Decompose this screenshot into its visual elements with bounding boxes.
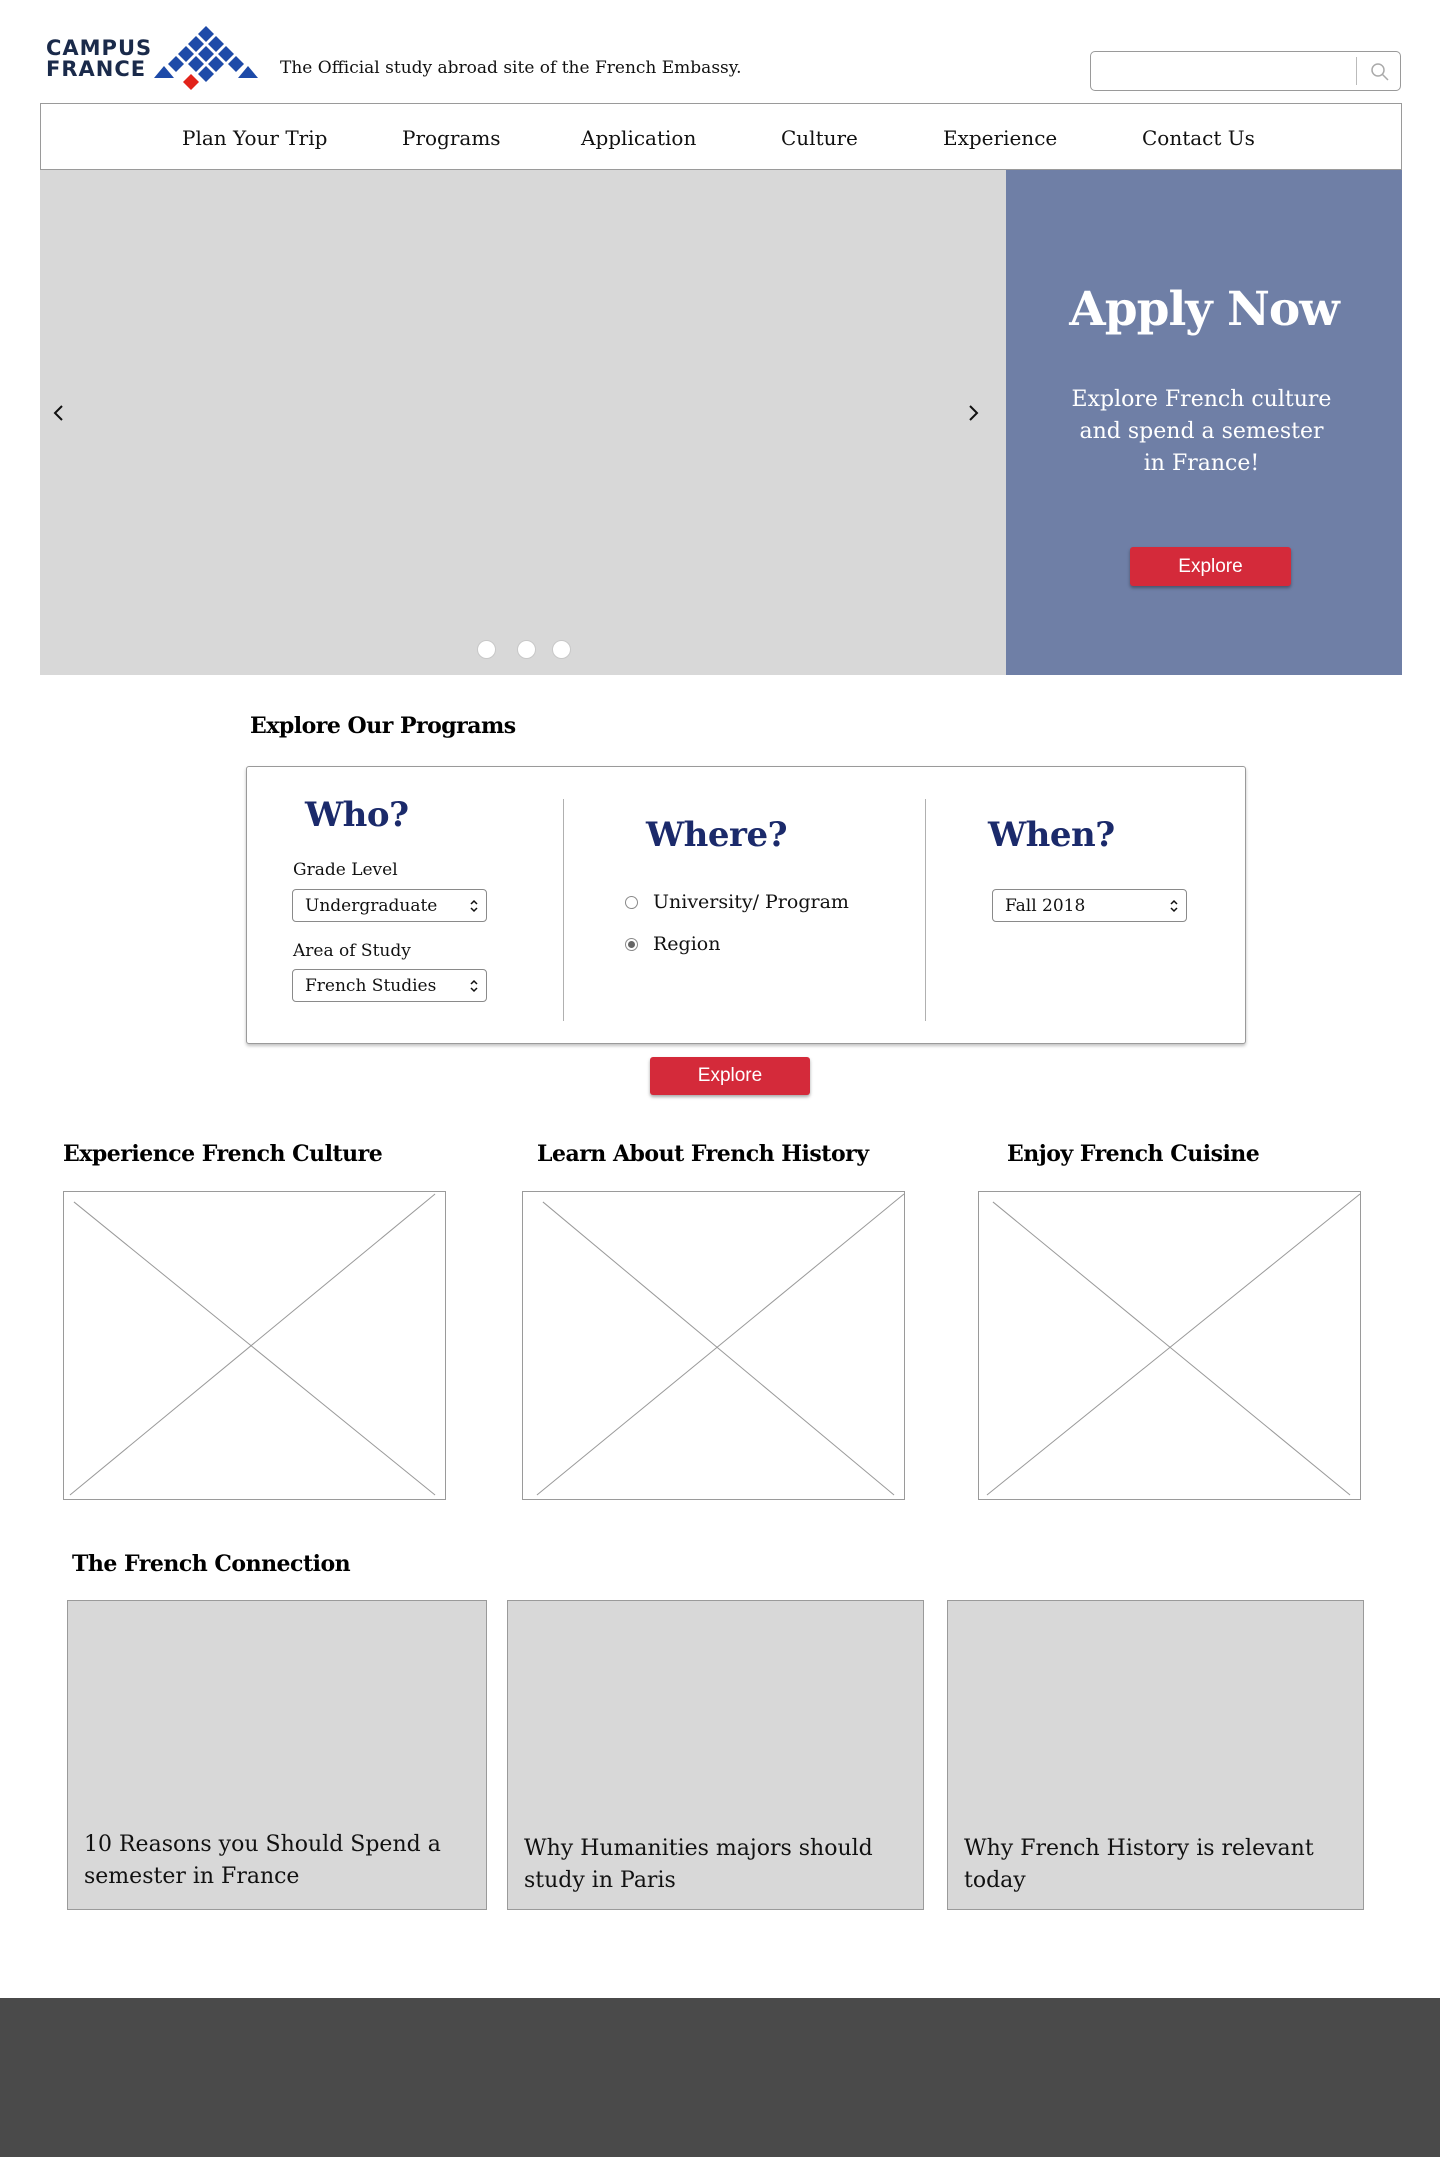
who-heading: Who? bbox=[305, 795, 409, 835]
article-title: 10 Reasons you Should Spend a semester i… bbox=[84, 1832, 441, 1889]
select-caret-icon bbox=[470, 979, 478, 993]
image-placeholder-icon bbox=[986, 1193, 1360, 1496]
campus-france-logo[interactable]: CAMPUS FRANCE bbox=[46, 26, 258, 90]
when-heading: When? bbox=[988, 815, 1115, 855]
term-select[interactable]: Fall 2018 bbox=[992, 889, 1187, 922]
cuisine-image-placeholder[interactable] bbox=[978, 1191, 1361, 1500]
article-title: Why Humanities majors should study in Pa… bbox=[524, 1836, 873, 1893]
radio-university-program[interactable]: University/ Program bbox=[625, 891, 849, 915]
explore-programs-title: Explore Our Programs bbox=[250, 713, 516, 739]
nav-item-application[interactable]: Application bbox=[581, 126, 696, 150]
column-divider bbox=[563, 799, 564, 1021]
chevron-right-icon[interactable] bbox=[961, 398, 985, 428]
site-tagline: The Official study abroad site of the Fr… bbox=[280, 58, 742, 78]
column-divider bbox=[925, 799, 926, 1021]
grade-level-select[interactable]: Undergraduate bbox=[292, 889, 487, 922]
french-connection-title: The French Connection bbox=[72, 1551, 351, 1577]
where-heading: Where? bbox=[646, 815, 788, 855]
apply-now-title: Apply Now bbox=[1069, 282, 1340, 337]
article-card[interactable]: 10 Reasons you Should Spend a semester i… bbox=[67, 1600, 487, 1910]
feature-title-history: Learn About French History bbox=[537, 1141, 869, 1167]
term-value: Fall 2018 bbox=[1005, 896, 1086, 916]
page-footer bbox=[0, 1998, 1440, 2157]
nav-item-programs[interactable]: Programs bbox=[402, 126, 501, 150]
apply-now-panel: Apply Now Explore French culture and spe… bbox=[1006, 170, 1402, 675]
main-nav: Plan Your Trip Programs Application Cult… bbox=[40, 103, 1402, 170]
apply-now-text: Explore French culture and spend a semes… bbox=[1071, 387, 1332, 476]
hero-explore-button[interactable]: Explore bbox=[1130, 547, 1291, 586]
carousel-dot-1[interactable] bbox=[477, 640, 496, 659]
nav-item-experience[interactable]: Experience bbox=[943, 126, 1057, 150]
carousel-dot-3[interactable] bbox=[552, 640, 571, 659]
article-card[interactable]: Why French History is relevant today bbox=[947, 1600, 1364, 1910]
feature-title-culture: Experience French Culture bbox=[63, 1141, 383, 1167]
nav-item-culture[interactable]: Culture bbox=[781, 126, 858, 150]
select-caret-icon bbox=[1170, 899, 1178, 913]
image-placeholder-icon bbox=[69, 1193, 436, 1496]
area-of-study-select[interactable]: French Studies bbox=[292, 969, 487, 1002]
history-image-placeholder[interactable] bbox=[522, 1191, 905, 1500]
area-of-study-value: French Studies bbox=[305, 976, 437, 996]
logo-line-2: FRANCE bbox=[46, 57, 147, 81]
programs-explore-button[interactable]: Explore bbox=[650, 1057, 810, 1095]
hero-carousel bbox=[40, 170, 1006, 675]
program-finder: Who? Grade Level Undergraduate Area of S… bbox=[246, 766, 1246, 1044]
radio-region[interactable]: Region bbox=[625, 933, 845, 957]
logo-line-1: CAMPUS bbox=[46, 36, 153, 60]
logo-diamond-icon bbox=[154, 26, 258, 90]
search-icon[interactable] bbox=[1369, 61, 1391, 83]
feature-title-cuisine: Enjoy French Cuisine bbox=[1007, 1141, 1260, 1167]
nav-item-plan-your-trip[interactable]: Plan Your Trip bbox=[182, 126, 327, 150]
image-placeholder-icon bbox=[536, 1193, 904, 1496]
radio-button[interactable] bbox=[625, 938, 638, 951]
culture-image-placeholder[interactable] bbox=[63, 1191, 446, 1500]
radio-label: University/ Program bbox=[653, 891, 849, 913]
search-input[interactable] bbox=[1090, 51, 1401, 91]
grade-level-value: Undergraduate bbox=[305, 896, 438, 916]
area-of-study-label: Area of Study bbox=[293, 941, 411, 961]
logo-wordmark: CAMPUS FRANCE bbox=[46, 38, 152, 80]
nav-item-contact-us[interactable]: Contact Us bbox=[1142, 126, 1255, 150]
article-card[interactable]: Why Humanities majors should study in Pa… bbox=[507, 1600, 924, 1910]
grade-level-label: Grade Level bbox=[293, 860, 398, 880]
select-caret-icon bbox=[470, 899, 478, 913]
article-title: Why French History is relevant today bbox=[964, 1836, 1314, 1893]
radio-button[interactable] bbox=[625, 896, 638, 909]
radio-label: Region bbox=[653, 933, 721, 955]
carousel-dot-2[interactable] bbox=[517, 640, 536, 659]
chevron-left-icon[interactable] bbox=[47, 398, 71, 428]
search-divider bbox=[1356, 57, 1357, 85]
